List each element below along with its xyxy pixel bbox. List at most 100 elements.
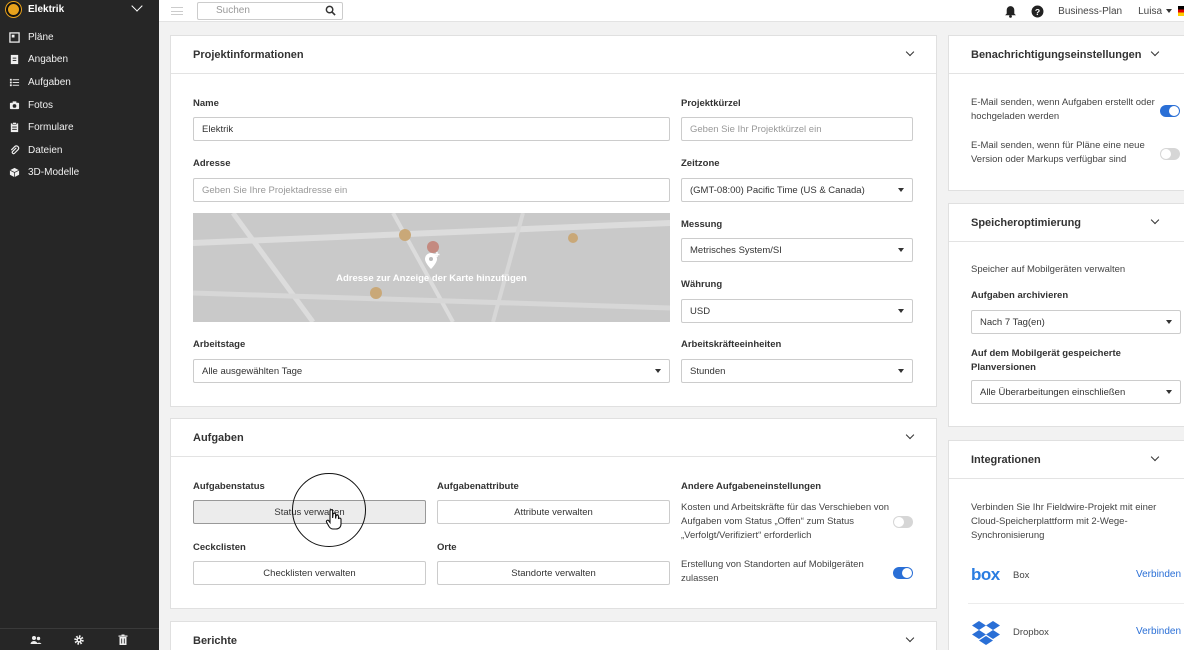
dropbox-name: Dropbox [1013, 627, 1049, 638]
box-name: Box [1013, 570, 1030, 581]
code-label: Projektkürzel [681, 98, 741, 109]
chevron-down-icon[interactable] [906, 637, 914, 645]
search-input[interactable]: Suchen [197, 1, 343, 20]
card-header[interactable]: Aufgaben [171, 419, 936, 457]
card-header[interactable]: Projektinformationen [171, 36, 936, 74]
divider [968, 603, 1184, 604]
chevron-down-icon[interactable] [1151, 51, 1159, 59]
sidebar-item-tasks[interactable]: Aufgaben [0, 71, 159, 94]
workdays-select[interactable]: Alle ausgewählten Tage [193, 359, 670, 383]
code-placeholder: Geben Sie Ihr Projektkürzel ein [690, 123, 822, 135]
sidebar-item-files[interactable]: Dateien [0, 139, 159, 162]
sidebar-item-label: Fotos [28, 99, 54, 111]
card-title: Projektinformationen [193, 48, 304, 61]
hand-cursor-icon [325, 509, 342, 530]
dropbox-logo-icon [972, 621, 1000, 645]
box-connect-link[interactable]: Verbinden [1136, 569, 1181, 580]
project-logo-icon [6, 1, 21, 17]
task-status-label: Aufgabenstatus [193, 481, 265, 492]
sidebar-item-plans[interactable]: Pläne [0, 26, 159, 49]
name-value: Elektrik [202, 123, 234, 135]
archive-value: Nach 7 Tag(en) [980, 316, 1045, 328]
menu-icon[interactable] [171, 6, 183, 15]
manage-checklists-button[interactable]: Checklisten verwalten [193, 561, 426, 585]
sidebar-item-label: Pläne [28, 31, 54, 43]
notify-plans-toggle[interactable] [1160, 148, 1180, 160]
sidebar-item-specs[interactable]: Angaben [0, 49, 159, 72]
tasks-icon [9, 78, 20, 87]
gear-icon[interactable] [73, 634, 85, 646]
project-switcher[interactable]: Elektrik [0, 0, 159, 18]
cube-icon [9, 168, 20, 178]
chevron-down-icon[interactable] [906, 434, 914, 442]
sidebar-item-label: Dateien [28, 144, 63, 156]
manage-locations-button[interactable]: Standorte verwalten [437, 561, 670, 585]
labor-select[interactable]: Stunden [681, 359, 913, 383]
chevron-down-icon[interactable] [1151, 219, 1159, 227]
workdays-value: Alle ausgewählten Tage [202, 365, 303, 377]
camera-icon [9, 100, 20, 109]
address-field[interactable]: Geben Sie Ihre Projektadresse ein [193, 178, 670, 202]
sidebar-item-forms[interactable]: Formulare [0, 116, 159, 139]
users-icon[interactable] [30, 634, 42, 646]
user-menu[interactable]: Luisa [1138, 6, 1172, 17]
archive-select[interactable]: Nach 7 Tag(en) [971, 310, 1181, 334]
cost-labor-toggle[interactable] [893, 516, 913, 528]
address-label: Adresse [193, 158, 231, 169]
measure-value: Metrisches System/SI [690, 244, 782, 256]
project-name: Elektrik [28, 3, 65, 15]
card-header[interactable]: Speicheroptimierung [949, 204, 1184, 242]
labor-label: Arbeitskräfteeinheiten [681, 339, 782, 350]
help-icon[interactable]: ? [1031, 5, 1044, 18]
dropbox-connect-link[interactable]: Verbinden [1136, 626, 1181, 637]
sidebar-footer [0, 628, 159, 650]
search-placeholder: Suchen [216, 5, 250, 16]
specs-icon [10, 55, 19, 65]
currency-select[interactable]: USD [681, 299, 913, 323]
mobile-locations-toggle[interactable] [893, 567, 913, 579]
reports-card: Berichte [170, 621, 937, 650]
versions-select[interactable]: Alle Überarbeitungen einschließen [971, 380, 1181, 404]
currency-value: USD [690, 305, 711, 317]
svg-text:?: ? [1035, 6, 1040, 16]
sidebar-item-label: Formulare [28, 122, 74, 134]
card-header[interactable]: Integrationen [949, 441, 1184, 479]
notify-tasks-toggle[interactable] [1160, 105, 1180, 117]
plan-link[interactable]: Business-Plan [1058, 6, 1122, 17]
map-preview[interactable]: Adresse zur Anzeige der Karte hinzufügen [193, 213, 670, 322]
card-header[interactable]: Benachrichtigungseinstellungen [949, 36, 1184, 74]
sidebar-item-photos[interactable]: Fotos [0, 94, 159, 117]
labor-value: Stunden [690, 365, 726, 377]
task-attributes-label: Aufgabenattribute [437, 481, 519, 492]
add-location-icon [425, 252, 440, 269]
caret-down-icon [898, 369, 904, 373]
name-label: Name [193, 98, 219, 109]
card-title: Benachrichtigungseinstellungen [971, 48, 1142, 61]
measure-select[interactable]: Metrisches System/SI [681, 238, 913, 262]
sidebar-item-3d-models[interactable]: 3D-Modelle [0, 162, 159, 185]
timezone-value: (GMT-08:00) Pacific Time (US & Canada) [690, 184, 865, 196]
cost-labor-setting: Kosten und Arbeitskräfte für das Verschi… [681, 502, 890, 541]
currency-label: Währung [681, 279, 723, 290]
chevron-down-icon[interactable] [1151, 456, 1159, 464]
versions-label: Auf dem Mobilgerät gespeicherte Planvers… [971, 348, 1121, 373]
code-field[interactable]: Geben Sie Ihr Projektkürzel ein [681, 117, 913, 141]
sidebar-nav: Pläne Angaben Aufgaben Fotos Formulare D… [0, 26, 159, 184]
timezone-select[interactable]: (GMT-08:00) Pacific Time (US & Canada) [681, 178, 913, 202]
card-title: Berichte [193, 635, 238, 647]
search-icon [325, 5, 336, 16]
bell-icon[interactable] [1004, 5, 1017, 18]
trash-icon[interactable] [117, 634, 129, 646]
other-settings-label: Andere Aufgabeneinstellungen [681, 481, 822, 492]
flag-icon[interactable] [1178, 6, 1184, 16]
card-title: Aufgaben [193, 431, 244, 444]
notify-plans-setting: E-Mail senden, wenn für Pläne eine neue … [971, 140, 1145, 165]
name-field[interactable]: Elektrik [193, 117, 670, 141]
caret-down-icon [898, 188, 904, 192]
card-header[interactable]: Berichte [171, 622, 936, 650]
chevron-down-icon[interactable] [906, 51, 914, 59]
card-title: Integrationen [971, 453, 1041, 466]
manage-attributes-button[interactable]: Attribute verwalten [437, 500, 670, 524]
address-placeholder: Geben Sie Ihre Projektadresse ein [202, 184, 348, 196]
box-logo: box [971, 565, 1000, 584]
